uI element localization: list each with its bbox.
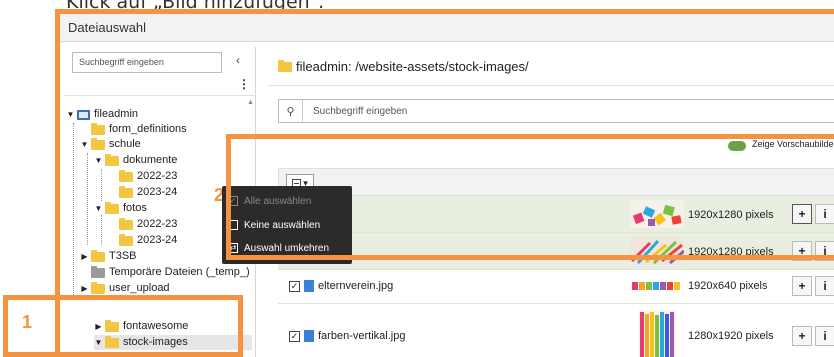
- tree-guide: [101, 169, 102, 201]
- tree-guide: [101, 215, 102, 245]
- vertical-dots-icon[interactable]: ⋮: [238, 77, 250, 91]
- search-placeholder: Suchbegriff eingeben: [313, 105, 408, 117]
- folder-icon: [105, 201, 119, 214]
- folder-icon: [91, 249, 105, 262]
- image-thumbnail: [638, 310, 676, 357]
- tree-node-label: fileadmin: [94, 108, 139, 120]
- tree-node-2022-23[interactable]: 2022-23: [108, 217, 177, 232]
- folder-icon: [91, 265, 105, 278]
- folder-icon: [278, 59, 292, 72]
- folder-icon: [91, 281, 105, 294]
- tree-search-input[interactable]: Suchbegriff eingeben: [72, 52, 222, 73]
- checkbox-empty-icon: [228, 220, 238, 230]
- tree-node-user-upload[interactable]: ▶ user_upload: [80, 281, 170, 296]
- menu-item-select-none[interactable]: Keine auswählen: [228, 216, 320, 234]
- tutorial-screenshot: Klick auf „Bild hinzufügen“. Dateiauswah…: [0, 0, 834, 357]
- path-label: fileadmin: /website-assets/stock-images/: [296, 59, 529, 74]
- add-file-button[interactable]: +: [792, 276, 812, 296]
- tree-node-label: form_definitions: [109, 123, 187, 135]
- checkbox-checked-icon: ✓: [228, 196, 238, 206]
- menu-item-select-all[interactable]: ✓ Alle auswählen: [228, 192, 311, 210]
- main-divider: [268, 85, 834, 86]
- image-thumbnail: [630, 200, 684, 228]
- tree-node-label: T3SB: [109, 250, 137, 262]
- tree-node-2023-24[interactable]: 2023-24: [108, 185, 177, 200]
- thumbnail-toggle[interactable]: [728, 141, 746, 151]
- file-info-button[interactable]: i: [815, 326, 834, 346]
- list-header: ▾: [278, 168, 834, 196]
- chevron-down-icon[interactable]: ▼: [80, 137, 89, 152]
- folder-icon: [119, 169, 133, 182]
- folder-icon: [119, 217, 133, 230]
- file-search-input[interactable]: ⚲ Suchbegriff eingeben: [278, 99, 834, 123]
- tree-divider: [64, 95, 256, 96]
- tree-node-fotos[interactable]: ▼ fotos: [94, 201, 147, 216]
- tree-node-label: dokumente: [123, 154, 178, 166]
- tree-guide: [73, 123, 74, 295]
- file-info-button[interactable]: i: [815, 276, 834, 296]
- tree-node-label: user_upload: [109, 282, 170, 294]
- current-path: fileadmin: /website-assets/stock-images/: [276, 59, 529, 74]
- table-row[interactable]: 1920x1280 pixels + i: [278, 196, 834, 233]
- menu-item-invert-selection[interactable]: ⇄ Auswahl umkehren: [228, 239, 329, 257]
- tree-node-label: Temporäre Dateien (_temp_): [109, 266, 250, 278]
- tree-node-label: 2023-24: [137, 234, 178, 246]
- tree-node-temp-files[interactable]: Temporäre Dateien (_temp_): [80, 265, 250, 280]
- tree-node-2022-23[interactable]: 2022-23: [108, 169, 177, 184]
- tree-node-t3sb[interactable]: ▶ T3SB: [80, 249, 137, 264]
- row-checkbox[interactable]: ✓: [289, 331, 300, 342]
- image-file-icon: [304, 280, 314, 292]
- checkbox-invert-icon: ⇄: [228, 243, 238, 253]
- folder-icon: [105, 153, 119, 166]
- chevron-down-icon[interactable]: ▼: [66, 107, 75, 122]
- tree-node-2023-24[interactable]: 2023-24: [108, 233, 177, 248]
- folder-icon: [91, 137, 105, 150]
- file-name[interactable]: farben-vertikal.jpg: [318, 330, 405, 342]
- tree-node-form-definitions[interactable]: form_definitions: [80, 122, 187, 137]
- chevron-down-icon[interactable]: ▼: [94, 201, 103, 216]
- chevron-right-icon[interactable]: ▶: [80, 249, 89, 264]
- tree-node-fileadmin[interactable]: ▼ fileadmin: [66, 107, 139, 122]
- image-dimensions: 1280x1920 pixels: [688, 330, 774, 342]
- thumbnail-toggle-label: Zeige Vorschaubilder: [752, 139, 834, 149]
- file-info-button[interactable]: i: [815, 241, 834, 261]
- add-file-button[interactable]: +: [792, 204, 812, 224]
- image-dimensions: 1920x1280 pixels: [688, 246, 774, 258]
- tree-guide: [87, 153, 88, 245]
- tree-node-label: 2022-23: [137, 218, 178, 230]
- add-file-button[interactable]: +: [792, 326, 812, 346]
- annotation-badge-1: 1: [22, 312, 33, 332]
- table-row[interactable]: 1920x1280 pixels + i: [278, 233, 834, 270]
- tree-node-label: fotos: [123, 202, 147, 214]
- image-thumbnail: [630, 279, 684, 293]
- image-dimensions: 1920x640 pixels: [688, 280, 768, 292]
- annotation-highlight-1: [3, 295, 243, 357]
- chevron-left-icon[interactable]: ‹: [236, 53, 240, 67]
- folder-icon: [119, 185, 133, 198]
- table-row[interactable]: ✓ elternverein.jpg 1920x640 pixels + i: [278, 270, 834, 304]
- row-checkbox[interactable]: ✓: [289, 281, 300, 292]
- file-name[interactable]: elternverein.jpg: [318, 280, 393, 292]
- file-info-button[interactable]: i: [815, 204, 834, 224]
- add-file-button[interactable]: +: [792, 241, 812, 261]
- scroll-up-icon[interactable]: ▲: [247, 99, 254, 106]
- tree-node-label: 2022-23: [137, 170, 178, 182]
- image-dimensions: 1920x1280 pixels: [688, 209, 774, 221]
- chevron-down-icon[interactable]: ▼: [94, 153, 103, 168]
- folder-icon: [119, 233, 133, 246]
- tree-node-label: schule: [109, 138, 141, 150]
- tree-node-schule[interactable]: ▼ schule: [80, 137, 141, 152]
- tree-node-label: 2023-24: [137, 186, 178, 198]
- storage-mount-icon: [77, 109, 90, 120]
- image-file-icon: [304, 330, 314, 342]
- file-list-panel: fileadmin: /website-assets/stock-images/…: [268, 47, 834, 357]
- chevron-right-icon[interactable]: ▶: [80, 281, 89, 296]
- search-icon[interactable]: ⚲: [279, 100, 303, 122]
- image-thumbnail: [630, 237, 684, 265]
- folder-icon: [91, 122, 105, 135]
- dialog-title: Dateiauswahl: [60, 14, 834, 42]
- table-row[interactable]: ✓ farben-vertikal.jpg 1280x1920 pixels +…: [278, 304, 834, 357]
- selection-dropdown-menu: ✓ Alle auswählen Keine auswählen ⇄ Auswa…: [222, 186, 352, 264]
- tree-node-dokumente[interactable]: ▼ dokumente: [94, 153, 177, 168]
